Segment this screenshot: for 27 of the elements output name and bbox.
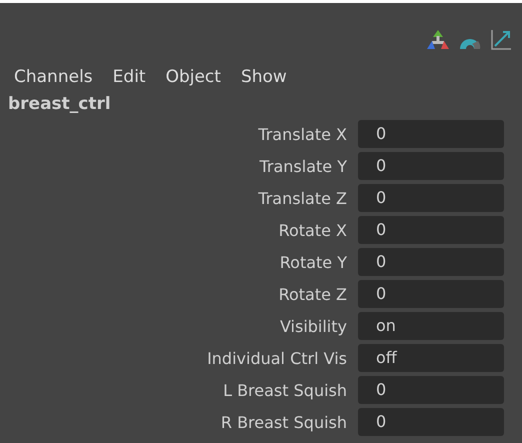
menu-item[interactable]: Edit [106,65,152,89]
channel-value-field[interactable]: 0 [358,248,504,276]
channel-label[interactable]: Translate X [0,124,358,144]
channel-value-field[interactable]: 0 [358,216,504,244]
channel-value-field[interactable]: 0 [358,152,504,180]
channel-value-field[interactable]: 0 [358,376,504,404]
channel-label[interactable]: Individual Ctrl Vis [0,348,358,368]
menu-item[interactable]: Channels [8,65,99,89]
channel-label[interactable]: L Breast Squish [0,380,358,400]
channel-label[interactable]: Rotate Y [0,252,358,272]
menu-item[interactable]: Show [234,65,293,89]
channel-label[interactable]: Rotate Z [0,284,358,304]
channel-label[interactable]: Visibility [0,316,358,336]
channel-value-field[interactable]: 0 [358,120,504,148]
channel-label[interactable]: Rotate X [0,220,358,240]
object-name: breast_ctrl [7,93,112,116]
channel-value-field[interactable]: 0 [358,280,504,308]
axes-icon[interactable] [426,29,450,51]
channel-value-field[interactable]: off [358,344,504,372]
diagonal-arrow-icon[interactable] [490,29,512,51]
channel-label[interactable]: Translate Z [0,188,358,208]
channel-value-field[interactable]: on [358,312,504,340]
channel-value-field[interactable]: 0 [358,408,504,436]
menu-item[interactable]: Object [160,65,227,89]
channel-value-field[interactable]: 0 [358,184,504,212]
channel-label[interactable]: Translate Y [0,156,358,176]
channel-label[interactable]: R Breast Squish [0,412,358,432]
